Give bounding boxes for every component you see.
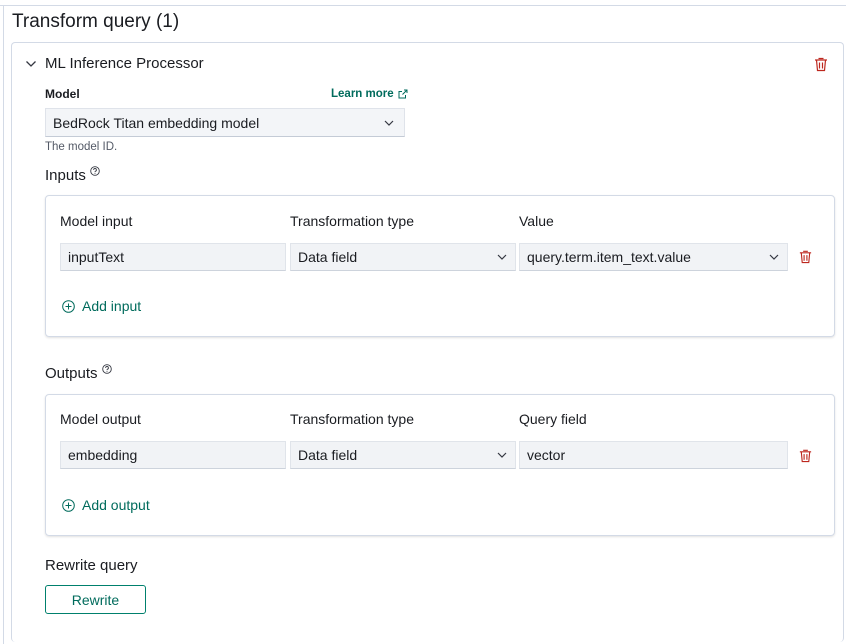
add-output-label: Add output	[82, 497, 150, 513]
outputs-col-model-output: Model output	[60, 411, 141, 427]
outputs-title-label: Outputs	[45, 365, 98, 382]
output-query-field-value: vector	[527, 447, 566, 463]
delete-processor-trash-icon[interactable]	[813, 56, 829, 72]
outputs-col-query-field: Query field	[519, 411, 587, 427]
external-link-icon	[398, 89, 408, 99]
model-select-value: BedRock Titan embedding model	[53, 114, 260, 131]
inputs-title: Inputs	[45, 166, 100, 184]
model-label: Model	[45, 87, 80, 101]
input-value-select[interactable]: query.term.item_text.value	[519, 243, 788, 271]
inputs-col-transformation-type: Transformation type	[290, 213, 414, 229]
add-input-button[interactable]: Add input	[62, 298, 141, 314]
inputs-col-model-input: Model input	[60, 213, 133, 229]
plus-circle-icon	[62, 299, 75, 313]
question-help-icon[interactable]	[90, 166, 100, 176]
question-help-icon[interactable]	[101, 364, 112, 374]
outputs-title: Outputs	[45, 364, 112, 382]
chevron-down-icon	[769, 254, 779, 260]
inputs-col-value: Value	[519, 213, 554, 229]
output-transform-value: Data field	[298, 447, 358, 463]
chevron-down-icon	[497, 254, 507, 260]
input-model-field[interactable]: inputText	[60, 243, 286, 271]
chevron-down-icon	[497, 452, 507, 458]
inputs-title-label: Inputs	[45, 167, 86, 184]
add-input-label: Add input	[82, 298, 142, 314]
input-transform-value: Data field	[298, 249, 358, 265]
learn-more-label: Learn more	[331, 88, 394, 100]
model-help-text: The model ID.	[45, 141, 118, 153]
model-select[interactable]: BedRock Titan embedding model	[45, 108, 405, 137]
rewrite-button[interactable]: Rewrite	[45, 585, 146, 614]
delete-output-trash-icon[interactable]	[798, 448, 813, 463]
input-model-field-value: inputText	[68, 249, 125, 265]
chevron-down-icon	[384, 120, 394, 126]
top-divider	[0, 5, 846, 6]
output-model-field-value: embedding	[68, 447, 138, 463]
output-transform-select[interactable]: Data field	[290, 441, 516, 469]
input-value-text: query.term.item_text.value	[527, 249, 691, 265]
rewrite-query-title: Rewrite query	[45, 557, 138, 574]
chevron-down-icon[interactable]	[25, 58, 37, 70]
add-output-button[interactable]: Add output	[62, 497, 150, 513]
delete-input-trash-icon[interactable]	[798, 249, 813, 264]
page-title: Transform query (1)	[12, 11, 180, 32]
output-model-field[interactable]: embedding	[60, 441, 286, 469]
left-divider	[3, 5, 4, 644]
plus-circle-icon	[62, 498, 75, 512]
learn-more-link[interactable]: Learn more	[331, 88, 408, 100]
outputs-col-transformation-type: Transformation type	[290, 411, 414, 427]
processor-title[interactable]: ML Inference Processor	[45, 55, 204, 72]
input-transform-select[interactable]: Data field	[290, 243, 516, 271]
output-query-field-input[interactable]: vector	[519, 441, 788, 469]
